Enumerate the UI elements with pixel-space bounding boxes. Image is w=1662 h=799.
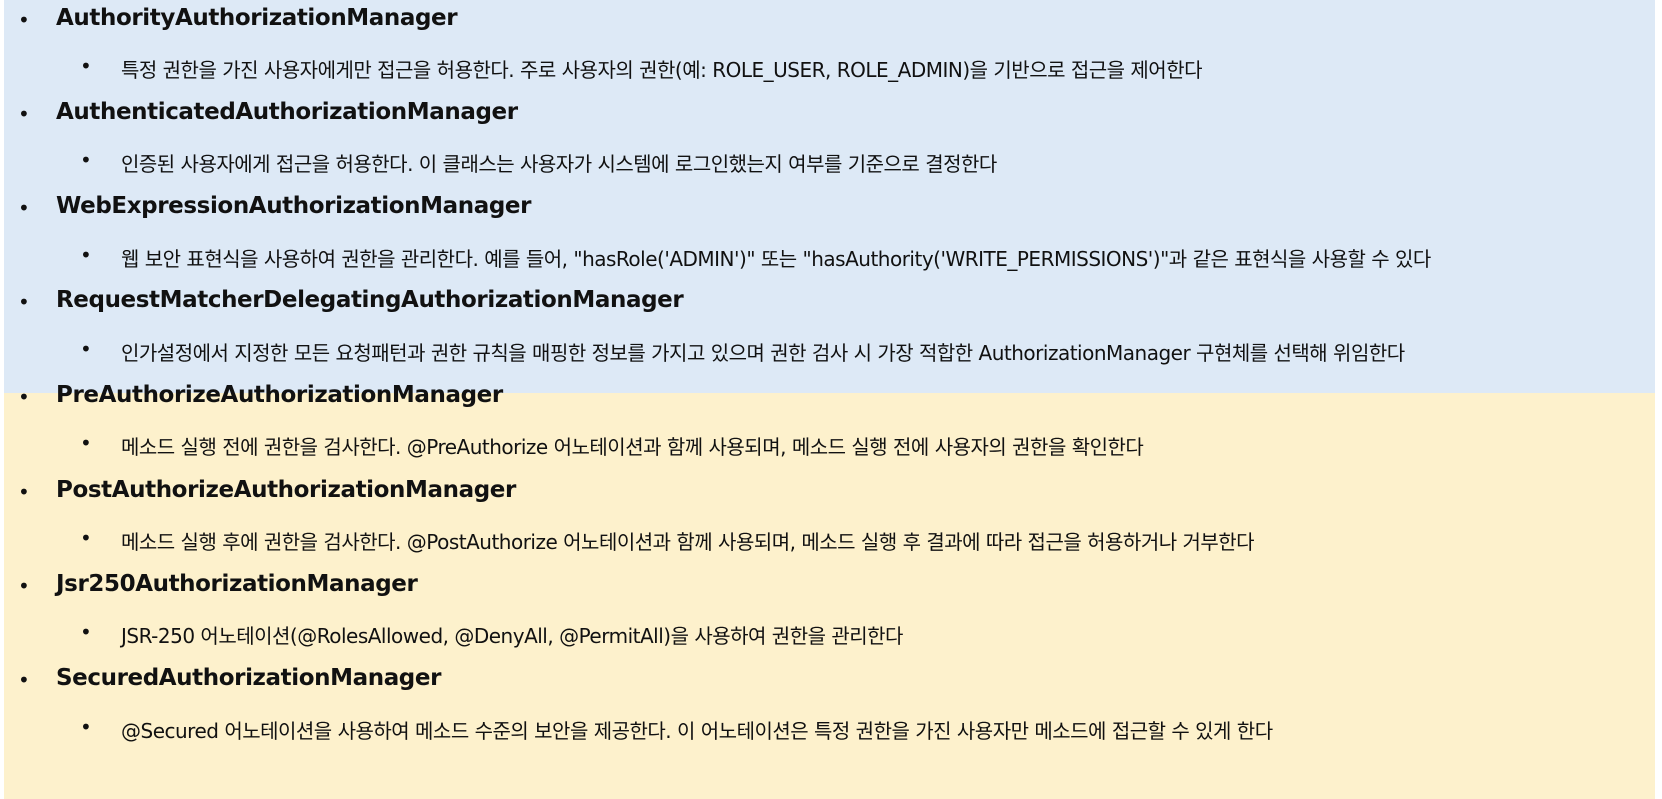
bullet-icon: • bbox=[18, 668, 30, 692]
sub-bullet-icon: • bbox=[80, 243, 92, 267]
item-title: RequestMatcherDelegatingAuthorizationMan… bbox=[56, 287, 684, 313]
item-description: 메소드 실행 전에 권한을 검사한다. @PreAuthorize 어노테이션과… bbox=[121, 435, 1144, 459]
bullet-icon: • bbox=[18, 102, 30, 126]
item-description: 특정 권한을 가진 사용자에게만 접근을 허용한다. 주로 사용자의 권한(예:… bbox=[121, 58, 1203, 82]
item-description: @Secured 어노테이션을 사용하여 메소드 수준의 보안을 제공한다. 이… bbox=[121, 719, 1273, 743]
item-title: AuthorityAuthorizationManager bbox=[56, 5, 458, 31]
item-title: WebExpressionAuthorizationManager bbox=[56, 193, 532, 219]
sub-bullet-icon: • bbox=[80, 54, 92, 78]
bullet-icon: • bbox=[18, 8, 30, 32]
item-description: 인증된 사용자에게 접근을 허용한다. 이 클래스는 사용자가 시스템에 로그인… bbox=[121, 152, 997, 176]
sub-bullet-icon: • bbox=[80, 431, 92, 455]
item-title: PostAuthorizeAuthorizationManager bbox=[56, 477, 516, 503]
bullet-icon: • bbox=[18, 290, 30, 314]
sub-bullet-icon: • bbox=[80, 148, 92, 172]
sub-bullet-icon: • bbox=[80, 526, 92, 550]
item-title: SecuredAuthorizationManager bbox=[56, 665, 442, 691]
item-title: AuthenticatedAuthorizationManager bbox=[56, 99, 518, 125]
item-title: PreAuthorizeAuthorizationManager bbox=[56, 382, 503, 408]
item-title: Jsr250AuthorizationManager bbox=[56, 571, 418, 597]
bullet-icon: • bbox=[18, 480, 30, 504]
bullet-icon: • bbox=[18, 574, 30, 598]
sub-bullet-icon: • bbox=[80, 337, 92, 361]
item-description: 웹 보안 표현식을 사용하여 권한을 관리한다. 예를 들어, "hasRole… bbox=[121, 247, 1431, 271]
item-description: 메소드 실행 후에 권한을 검사한다. @PostAuthorize 어노테이션… bbox=[121, 530, 1255, 554]
item-description: JSR-250 어노테이션(@RolesAllowed, @DenyAll, @… bbox=[121, 624, 903, 648]
bullet-icon: • bbox=[18, 385, 30, 409]
sub-bullet-icon: • bbox=[80, 715, 92, 739]
item-description: 인가설정에서 지정한 모든 요청패턴과 권한 규칙을 매핑한 정보를 가지고 있… bbox=[121, 341, 1405, 365]
bullet-icon: • bbox=[18, 196, 30, 220]
sub-bullet-icon: • bbox=[80, 620, 92, 644]
